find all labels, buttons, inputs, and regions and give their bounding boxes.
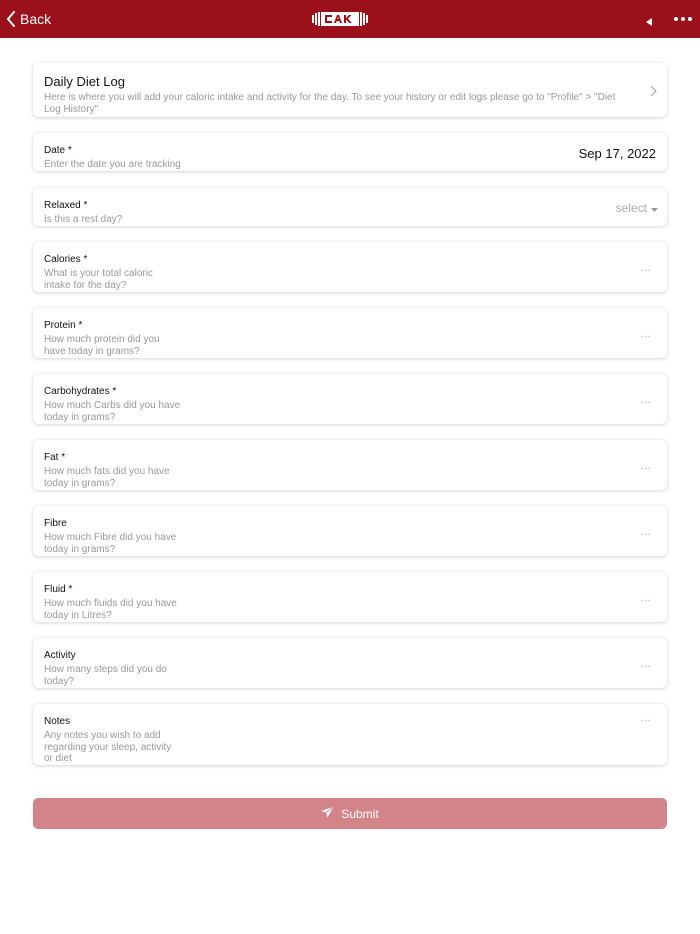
relaxed-select[interactable]: select [616, 201, 658, 215]
date-label: Date * [44, 145, 72, 156]
activity-field[interactable]: Activity How many steps did you do today?… [33, 638, 667, 688]
back-label: Back [20, 11, 52, 27]
fat-field[interactable]: Fat * How much fats did you have today in… [33, 440, 667, 490]
fat-hint: How much fats did you have today in grams… [44, 466, 170, 489]
carbohydrates-field[interactable]: Carbohydrates * How much Carbs did you h… [33, 374, 667, 424]
calories-input[interactable]: ... [640, 262, 651, 274]
fibre-input[interactable]: ... [640, 526, 651, 538]
date-value[interactable]: Sep 17, 2022 [579, 146, 656, 161]
date-hint: Enter the date you are tracking [44, 159, 181, 170]
fat-input[interactable]: ... [640, 460, 651, 472]
calories-hint: What is your total caloric intake for the… [44, 268, 153, 291]
intro-card[interactable]: Daily Diet Log Here is where you will ad… [33, 63, 667, 117]
carbohydrates-hint: How much Carbs did you have today in gram… [44, 400, 181, 423]
fluid-label: Fluid * [44, 584, 73, 595]
brand-logo [311, 10, 369, 28]
protein-field[interactable]: Protein * How much protein did you have t… [33, 308, 667, 358]
relaxed-field[interactable]: Relaxed * Is this a rest day? select [33, 188, 667, 226]
notes-field[interactable]: Notes Any notes you wish to add regarding… [33, 704, 667, 765]
chevron-right-icon [650, 84, 657, 102]
notes-label: Notes [44, 716, 71, 727]
collapse-triangle-icon[interactable] [645, 14, 653, 32]
relaxed-hint: Is this a rest day? [44, 214, 123, 225]
activity-label: Activity [44, 650, 76, 661]
carbohydrates-input[interactable]: ... [640, 394, 651, 406]
back-button[interactable]: Back [6, 0, 51, 38]
notes-input[interactable]: ... [640, 712, 651, 724]
date-field[interactable]: Date * Enter the date you are tracking S… [33, 133, 667, 171]
submit-button[interactable]: Submit [33, 798, 667, 829]
page-title: Daily Diet Log [44, 74, 125, 89]
top-navigation-bar: Back [0, 0, 700, 38]
fluid-hint: How much fluids did you have today in Lit… [44, 598, 177, 621]
activity-hint: How many steps did you do today? [44, 664, 167, 687]
fibre-field[interactable]: Fibre How much Fibre did you have today i… [33, 506, 667, 556]
fluid-field[interactable]: Fluid * How much fluids did you have toda… [33, 572, 667, 622]
send-icon [321, 806, 335, 821]
protein-hint: How much protein did you have today in gr… [44, 334, 160, 357]
relaxed-select-value: select [615, 201, 647, 215]
fibre-label: Fibre [44, 518, 67, 529]
calories-label: Calories * [44, 254, 88, 265]
notes-hint: Any notes you wish to add regarding your … [44, 730, 172, 764]
fluid-input[interactable]: ... [640, 592, 651, 604]
calories-field[interactable]: Calories * What is your total caloric int… [33, 242, 667, 292]
protein-label: Protein * [44, 320, 83, 331]
chevron-left-icon [6, 11, 16, 27]
more-options-icon[interactable] [673, 12, 693, 31]
intro-description: Here is where you will add your caloric … [44, 92, 616, 115]
relaxed-label: Relaxed * [44, 200, 88, 211]
fibre-hint: How much Fibre did you have today in gram… [44, 532, 177, 555]
activity-input[interactable]: ... [640, 658, 651, 670]
protein-input[interactable]: ... [640, 328, 651, 340]
caret-down-icon [651, 201, 658, 215]
fat-label: Fat * [44, 452, 66, 463]
carbohydrates-label: Carbohydrates * [44, 386, 117, 397]
submit-label: Submit [341, 806, 379, 821]
